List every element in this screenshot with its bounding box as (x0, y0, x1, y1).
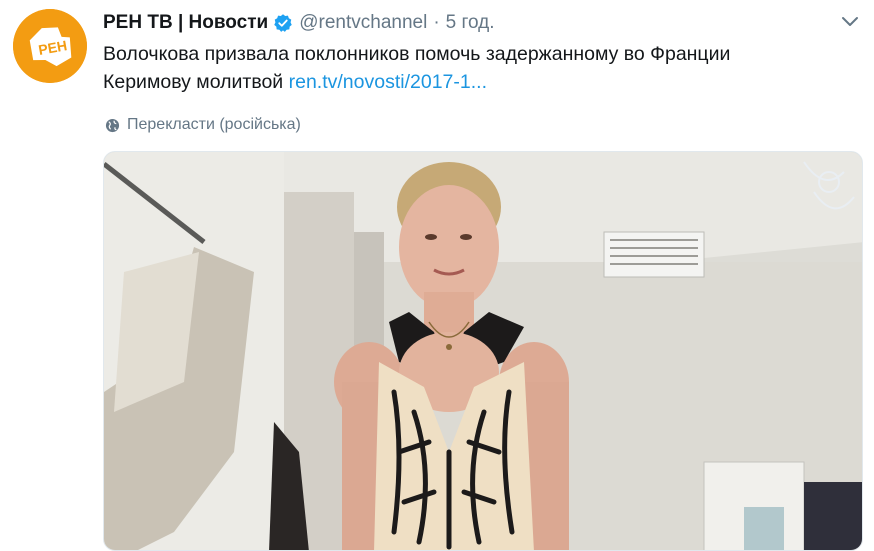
tweet-text: Волочкова призвала поклонников помочь за… (103, 40, 843, 96)
chevron-down-icon[interactable] (840, 14, 860, 30)
globe-icon (105, 118, 120, 132)
tweet-header: РЕН ТВ | Новости @rentvchannel · 5 год. (103, 10, 854, 36)
timestamp[interactable]: 5 год. (446, 12, 495, 34)
tweet-text-line1: Волочкова призвала поклонников помочь за… (103, 43, 731, 65)
photo-illustration (104, 152, 862, 550)
tweet-text-line2: Керимову молитвой ren.tv/novosti/2017-1.… (103, 68, 843, 96)
separator-dot: · (433, 12, 440, 33)
translate-button[interactable]: Перекласти (російська) (105, 114, 301, 136)
tweet-link[interactable]: ren.tv/novosti/2017-1... (289, 71, 487, 93)
avatar[interactable]: РЕН (13, 9, 87, 83)
tweet-text-line2-prefix: Керимову молитвой (103, 71, 289, 93)
translate-label: Перекласти (російська) (127, 116, 301, 133)
verified-badge-icon (273, 13, 293, 33)
display-name[interactable]: РЕН ТВ | Новости (103, 12, 268, 34)
handle[interactable]: @rentvchannel (299, 12, 427, 34)
ren-tv-logo: РЕН (13, 9, 87, 83)
tweet-media-photo[interactable] (103, 151, 863, 551)
